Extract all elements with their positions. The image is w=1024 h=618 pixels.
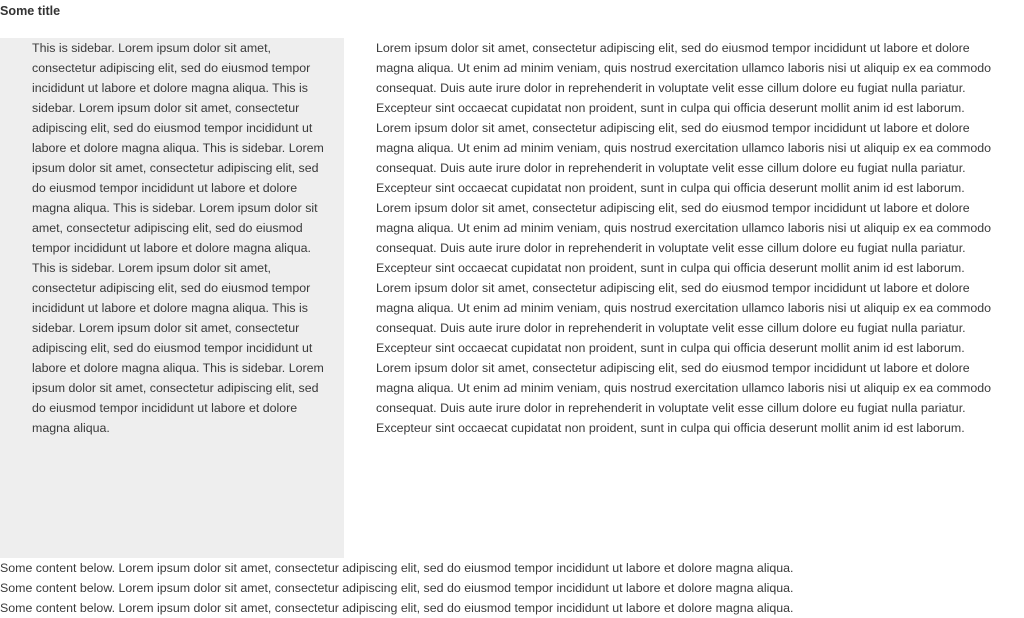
footer-line: Some content below. Lorem ipsum dolor si… — [0, 601, 794, 615]
main-content: Lorem ipsum dolor sit amet, consectetur … — [376, 38, 998, 438]
main-text: Lorem ipsum dolor sit amet, consectetur … — [376, 41, 992, 435]
footer-line: Some content below. Lorem ipsum dolor si… — [0, 561, 794, 575]
sidebar: This is sidebar. Lorem ipsum dolor sit a… — [0, 38, 344, 558]
footer-content: Some content below. Lorem ipsum dolor si… — [0, 558, 1024, 618]
footer-line: Some content below. Lorem ipsum dolor si… — [0, 581, 794, 595]
sidebar-text: This is sidebar. Lorem ipsum dolor sit a… — [32, 41, 324, 435]
page-title: Some title — [0, 4, 61, 18]
